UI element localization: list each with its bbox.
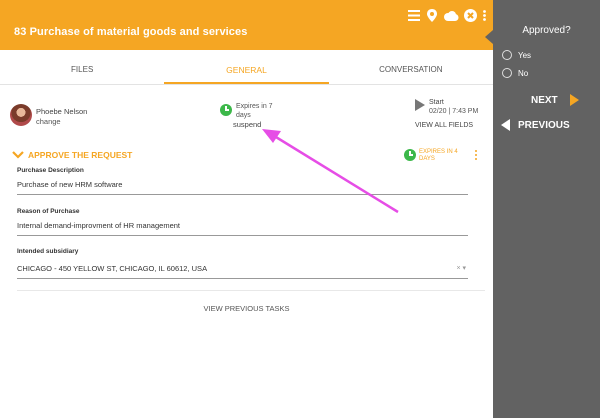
annotation-arrow-icon — [262, 129, 399, 214]
